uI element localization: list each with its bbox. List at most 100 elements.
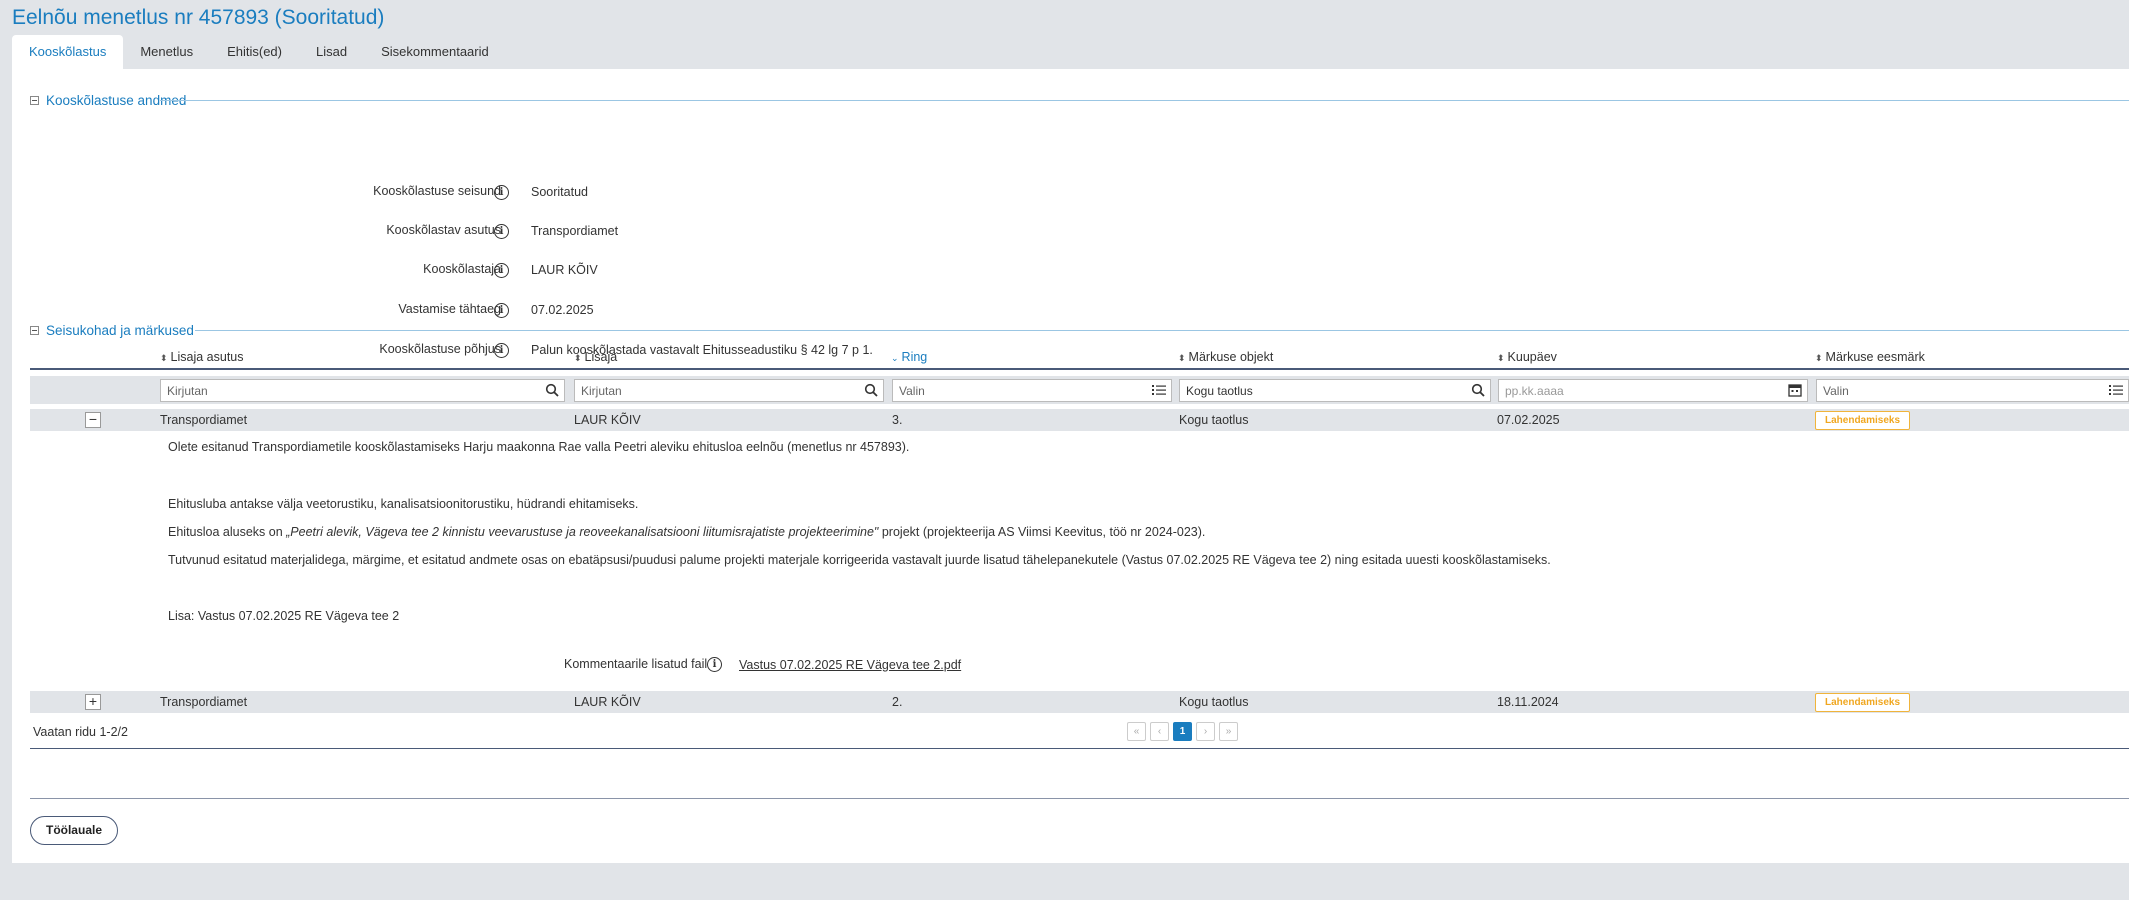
- table-bottom-divider: [30, 748, 2129, 749]
- info-icon[interactable]: i: [494, 263, 509, 278]
- filter-lisaja-input[interactable]: Kirjutan: [574, 379, 884, 402]
- attachment-label: Kommentaarile lisatud fail: [564, 657, 708, 671]
- info-icon[interactable]: i: [494, 185, 509, 200]
- field-value: 07.02.2025: [531, 303, 594, 317]
- info-icon[interactable]: i: [494, 224, 509, 239]
- page: Eelnõu menetlus nr 457893 (Sooritatud) K…: [0, 0, 2129, 900]
- column-label: Märkuse eesmärk: [1825, 350, 1925, 364]
- detail-paragraph: Ehitusloa aluseks on „Peetri alevik, Väg…: [168, 525, 1205, 539]
- cell-ring: 3.: [892, 413, 903, 427]
- column-label: Lisaja: [584, 350, 618, 364]
- column-header-ring[interactable]: ⌄ Ring: [891, 350, 927, 364]
- detail-text: projekt (projekteerija AS Viimsi Keevitu…: [878, 525, 1206, 539]
- tab-sisekommentaarid[interactable]: Sisekommentaarid: [364, 35, 506, 69]
- calendar-icon[interactable]: [1788, 383, 1802, 397]
- cell-markuse-objekt: Kogu taotlus: [1179, 413, 1249, 427]
- detail-paragraph: Olete esitanud Transpordiametile kooskõl…: [168, 440, 910, 454]
- first-page-button[interactable]: «: [1127, 722, 1146, 741]
- input-value: Kogu taotlus: [1186, 384, 1253, 398]
- filter-kuupaev-input[interactable]: pp.kk.aaaa: [1498, 379, 1808, 402]
- placeholder-text: Kirjutan: [167, 384, 208, 398]
- expand-row-button[interactable]: +: [85, 694, 101, 710]
- tab-bar: Kooskõlastus Menetlus Ehitis(ed) Lisad S…: [12, 35, 506, 69]
- table-header: ⬍ Lisaja asutus ⬍ Lisaja ⌄ Ring ⬍ Märkuse ob…: [30, 348, 2129, 370]
- last-page-button[interactable]: »: [1219, 722, 1238, 741]
- collapse-row-button[interactable]: −: [85, 412, 101, 428]
- column-label: Ring: [901, 350, 928, 364]
- field-row: Kooskõlastav asutus i Transpordiamet: [12, 223, 1212, 243]
- detail-text: Ehitusloa aluseks on: [168, 525, 287, 539]
- column-header-kuupaev[interactable]: ⬍ Kuupäev: [1497, 350, 1557, 364]
- field-label: Kooskõlastaja: [423, 262, 501, 276]
- cell-lisaja-asutus: Transpordiamet: [160, 695, 248, 709]
- back-to-dashboard-button[interactable]: Töölauale: [30, 816, 118, 845]
- field-row: Kooskõlastuse seisund i Sooritatud: [12, 184, 1212, 204]
- field-row: Vastamise tähtaeg i 07.02.2025: [12, 302, 1212, 322]
- detail-paragraph: Ehitusluba antakse välja veetorustiku, k…: [168, 497, 639, 511]
- sort-icon: ⬍: [160, 353, 168, 363]
- filter-lisaja-asutus-input[interactable]: Kirjutan: [160, 379, 565, 402]
- field-label: Vastamise tähtaeg: [398, 302, 501, 316]
- tab-menetlus[interactable]: Menetlus: [123, 35, 210, 69]
- column-label: Märkuse objekt: [1188, 350, 1274, 364]
- tab-ehitised[interactable]: Ehitis(ed): [210, 35, 299, 69]
- field-value: LAUR KÕIV: [531, 263, 598, 277]
- tab-lisad[interactable]: Lisad: [299, 35, 364, 69]
- next-page-button[interactable]: ›: [1196, 722, 1215, 741]
- page-title: Eelnõu menetlus nr 457893 (Sooritatud): [12, 6, 385, 29]
- field-row: Kooskõlastaja i LAUR KÕIV: [12, 262, 1212, 282]
- column-header-lisaja[interactable]: ⬍ Lisaja: [574, 350, 617, 364]
- project-name: „Peetri alevik, Vägeva tee 2 kinnistu ve…: [286, 525, 879, 539]
- cell-ring: 2.: [892, 695, 903, 709]
- row-count-info: Vaatan ridu 1-2/2: [33, 725, 128, 739]
- status-badge: Lahendamiseks: [1815, 693, 1911, 712]
- filter-ring-select[interactable]: Valin: [892, 379, 1172, 402]
- search-icon[interactable]: [1471, 383, 1485, 397]
- info-icon[interactable]: i: [494, 303, 509, 318]
- placeholder-text: Valin: [899, 384, 925, 398]
- cell-markuse-objekt: Kogu taotlus: [1179, 695, 1249, 709]
- info-icon[interactable]: i: [707, 657, 722, 672]
- cell-lisaja: LAUR KÕIV: [574, 413, 641, 427]
- filter-markuse-objekt-input[interactable]: Kogu taotlus: [1179, 379, 1491, 402]
- remarks-section-header[interactable]: Seisukohad ja märkused: [30, 322, 194, 338]
- list-icon[interactable]: [1152, 383, 1166, 397]
- column-label: Kuupäev: [1507, 350, 1557, 364]
- section-divider: [160, 100, 2129, 101]
- filter-row: Kirjutan Kirjutan Valin Kogu taotlus pp.…: [30, 376, 2129, 404]
- cell-lisaja: LAUR KÕIV: [574, 695, 641, 709]
- search-icon[interactable]: [545, 383, 559, 397]
- sort-icon: ⬍: [1497, 353, 1505, 363]
- sort-icon: ⬍: [574, 353, 582, 363]
- column-header-lisaja-asutus[interactable]: ⬍ Lisaja asutus: [160, 350, 244, 364]
- table-row[interactable]: + Transpordiamet LAUR KÕIV 2. Kogu taotl…: [30, 691, 2129, 713]
- sort-desc-icon: ⌄: [891, 353, 899, 363]
- remarks-section-title: Seisukohad ja märkused: [46, 322, 194, 338]
- column-header-markuse-eesmark[interactable]: ⬍ Märkuse eesmärk: [1815, 350, 1925, 364]
- sort-icon: ⬍: [1178, 353, 1186, 363]
- cell-kuupaev: 18.11.2024: [1497, 695, 1559, 709]
- pagination: « ‹ 1 › »: [1127, 722, 1242, 741]
- detail-paragraph: Lisa: Vastus 07.02.2025 RE Vägeva tee 2: [168, 609, 400, 623]
- placeholder-text: Kirjutan: [581, 384, 622, 398]
- field-value: Transpordiamet: [531, 224, 619, 238]
- attachment-link[interactable]: Vastus 07.02.2025 RE Vägeva tee 2.pdf: [739, 658, 961, 672]
- collapse-icon[interactable]: [30, 325, 39, 335]
- placeholder-text: pp.kk.aaaa: [1505, 384, 1564, 398]
- table-row[interactable]: − Transpordiamet LAUR KÕIV 3. Kogu taotl…: [30, 409, 2129, 431]
- field-label: Kooskõlastav asutus: [386, 223, 501, 237]
- footer-divider: [30, 798, 2129, 799]
- detail-paragraph: Tutvunud esitatud materjalidega, märgime…: [168, 553, 1551, 567]
- field-label: Kooskõlastuse seisund: [373, 184, 501, 198]
- tab-kooskolastus[interactable]: Kooskõlastus: [12, 35, 124, 69]
- search-icon[interactable]: [864, 383, 878, 397]
- field-value: Sooritatud: [531, 185, 588, 199]
- prev-page-button[interactable]: ‹: [1150, 722, 1169, 741]
- filter-markuse-eesmark-select[interactable]: Valin: [1816, 379, 2129, 402]
- list-icon[interactable]: [2109, 383, 2123, 397]
- collapse-icon[interactable]: [30, 95, 39, 105]
- page-1-button[interactable]: 1: [1173, 722, 1192, 741]
- column-header-markuse-objekt[interactable]: ⬍ Märkuse objekt: [1178, 350, 1273, 364]
- cell-kuupaev: 07.02.2025: [1497, 413, 1560, 427]
- placeholder-text: Valin: [1823, 384, 1849, 398]
